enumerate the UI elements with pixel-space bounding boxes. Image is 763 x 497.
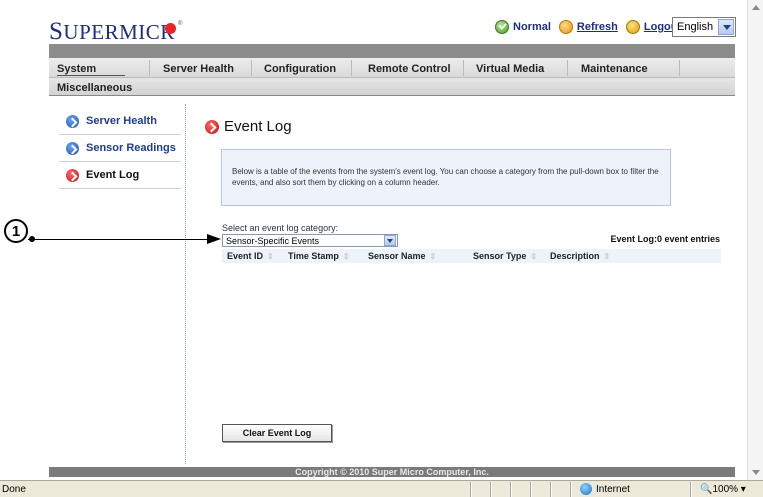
- nav-miscellaneous[interactable]: Miscellaneous: [57, 82, 132, 94]
- sort-icon: ⇳: [603, 252, 611, 261]
- status-text-done: Done: [2, 484, 26, 495]
- sidebar-item-label: Sensor Readings: [86, 142, 176, 154]
- arrow-right-icon: [66, 114, 79, 128]
- nav-configuration[interactable]: Configuration: [264, 63, 336, 75]
- sidebar-item-event-log[interactable]: Event Log: [59, 162, 181, 189]
- callout-line: [28, 239, 212, 240]
- sort-icon: ⇳: [267, 252, 274, 261]
- callout-number: 1: [4, 219, 28, 243]
- zone-text: Internet: [596, 483, 630, 495]
- nav-separator: [679, 60, 680, 76]
- refresh-link[interactable]: Refresh: [577, 21, 618, 33]
- nav-virtual-media[interactable]: Virtual Media: [476, 63, 544, 75]
- nav-server-health[interactable]: Server Health: [163, 63, 234, 75]
- security-zone: Internet: [580, 483, 630, 495]
- sidebar-item-sensor-readings[interactable]: Sensor Readings: [59, 135, 181, 162]
- column-header-sensor-name[interactable]: Sensor Name ⇳: [368, 251, 436, 261]
- language-select[interactable]: English: [672, 17, 736, 37]
- category-label: Select an event log category:: [222, 223, 339, 233]
- category-value: Sensor-Specific Events: [226, 236, 320, 246]
- category-select[interactable]: Sensor-Specific Events: [222, 234, 398, 247]
- supermicro-logo: SUPERMICR: [49, 18, 175, 45]
- event-count: Event Log:0 event entries: [610, 234, 720, 244]
- status-text: Normal: [513, 21, 551, 33]
- logo-registered-mark: ®: [178, 21, 183, 27]
- column-header-description[interactable]: Description ⇳: [550, 251, 610, 261]
- nav-separator: [567, 60, 568, 76]
- status-panel: [510, 482, 512, 497]
- nav-maintenance[interactable]: Maintenance: [581, 63, 648, 75]
- arrow-right-icon: [66, 168, 79, 182]
- nav-underline: [57, 75, 125, 76]
- callout-arrowhead: [207, 234, 221, 244]
- status-panel: [690, 482, 692, 497]
- sort-icon: ⇳: [530, 252, 538, 261]
- status-panel: [470, 482, 472, 497]
- status-panel: [570, 482, 572, 497]
- column-header-sensor-type[interactable]: Sensor Type ⇳: [473, 251, 537, 261]
- column-header-event-id[interactable]: Event ID ⇳: [227, 251, 274, 261]
- browser-content: SUPERMICR ® Normal Refresh Logout Englis…: [0, 0, 763, 497]
- sidebar: Server Health Sensor Readings Event Log: [59, 108, 181, 189]
- language-value: English: [677, 21, 714, 33]
- chevron-down-icon[interactable]: [384, 235, 396, 246]
- nav-separator: [251, 60, 252, 76]
- nav-remote-control[interactable]: Remote Control: [368, 63, 451, 75]
- footer: Copyright © 2010 Super Micro Computer, I…: [49, 467, 735, 477]
- event-table-header: Event ID ⇳ Time Stamp ⇳ Sensor Name ⇳ Senso…: [222, 249, 721, 263]
- info-text: Below is a table of the events from the …: [232, 167, 659, 187]
- sidebar-item-label: Server Health: [86, 115, 157, 127]
- column-header-time-stamp[interactable]: Time Stamp ⇳: [288, 251, 350, 261]
- logout-icon[interactable]: [625, 20, 640, 34]
- globe-icon: [580, 483, 592, 495]
- nav-top-strip: [49, 44, 735, 58]
- chevron-down-icon[interactable]: [718, 19, 734, 35]
- arrow-right-icon: [66, 141, 79, 155]
- status-panel: [530, 482, 532, 497]
- sort-icon: ⇳: [342, 252, 350, 261]
- status-ok-icon: [495, 20, 509, 34]
- refresh-icon[interactable]: [558, 20, 573, 34]
- nav-separator: [463, 60, 464, 76]
- page-title: Event Log: [205, 118, 292, 135]
- sidebar-item-label: Event Log: [86, 169, 140, 181]
- sort-icon: ⇳: [429, 252, 437, 261]
- main-nav: System Server Health Configuration Remot…: [49, 58, 735, 78]
- nav-system[interactable]: System: [57, 63, 96, 75]
- vertical-scrollbar[interactable]: [747, 0, 763, 480]
- clear-event-log-button[interactable]: Clear Event Log: [222, 424, 332, 442]
- nav-separator: [149, 60, 150, 76]
- sidebar-item-server-health[interactable]: Server Health: [59, 108, 181, 135]
- page-title-text: Event Log: [224, 118, 292, 135]
- status-panel: [490, 482, 492, 497]
- top-status-bar: Normal Refresh Logout: [495, 17, 689, 37]
- browser-status-bar: Done Internet 🔍100% ▾: [0, 480, 763, 497]
- scroll-up-icon[interactable]: [748, 0, 763, 16]
- scroll-down-icon[interactable]: [748, 464, 763, 480]
- sidebar-divider: [185, 104, 186, 464]
- zoom-level[interactable]: 🔍100% ▾: [700, 484, 746, 495]
- status-panel: [550, 482, 552, 497]
- sub-nav: Miscellaneous: [49, 78, 735, 96]
- nav-separator: [351, 60, 352, 76]
- logo-dot: [165, 23, 176, 34]
- arrow-right-icon: [205, 119, 219, 134]
- info-box: Below is a table of the events from the …: [221, 149, 671, 206]
- copyright-text: Copyright © 2010 Super Micro Computer, I…: [295, 467, 489, 477]
